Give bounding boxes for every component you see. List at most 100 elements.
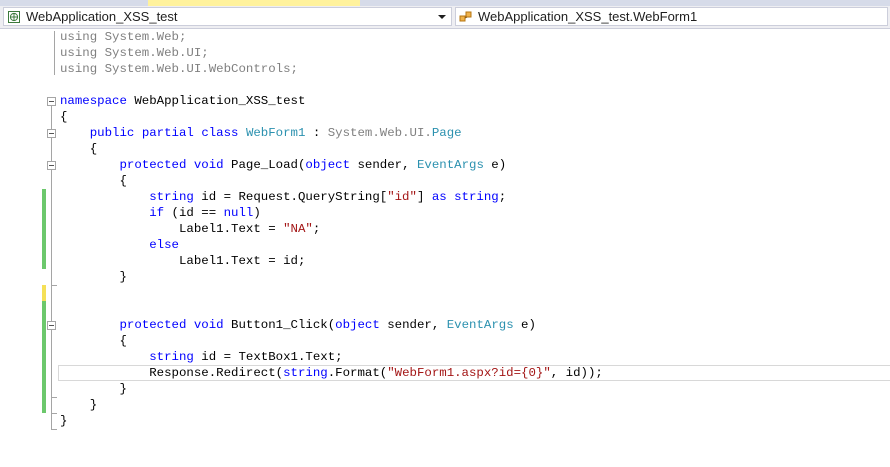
code-token: protected <box>119 318 187 332</box>
collapse-method-icon[interactable] <box>47 161 56 170</box>
project-dropdown-label: WebApplication_XSS_test <box>26 9 178 24</box>
code-token: null <box>223 206 254 220</box>
code-token: { <box>60 334 127 348</box>
code-token: EventArgs <box>416 158 484 172</box>
collapse-namespace-icon[interactable] <box>47 97 56 106</box>
collapse-class-icon[interactable] <box>47 129 56 138</box>
code-line[interactable]: protected void Button1_Click(object send… <box>60 317 603 333</box>
code-token: else <box>149 238 179 252</box>
code-token: Label1.Text = id; <box>60 254 306 268</box>
code-token: , id)); <box>550 366 603 380</box>
collapse-method-icon[interactable] <box>47 321 56 330</box>
outline-guide <box>51 170 52 285</box>
code-line[interactable]: } <box>60 397 603 413</box>
code-line[interactable]: Label1.Text = id; <box>60 253 603 269</box>
code-token: { <box>60 174 127 188</box>
code-line[interactable]: } <box>60 269 603 285</box>
code-token: e) <box>483 158 507 172</box>
outline-guide-end <box>51 397 57 398</box>
code-token: string <box>149 350 194 364</box>
code-token: WebApplication_XSS_test <box>126 94 306 108</box>
code-line[interactable]: Response.Redirect(string.Format("WebForm… <box>60 365 603 381</box>
code-token: } <box>60 382 127 396</box>
code-token: ; <box>312 222 321 236</box>
code-line[interactable]: public partial class WebForm1 : System.W… <box>60 125 603 141</box>
code-token: System.Web.UI; <box>104 46 209 60</box>
code-line[interactable]: using System.Web.UI; <box>60 45 603 61</box>
code-token: as <box>431 190 447 204</box>
code-line[interactable]: { <box>60 141 603 157</box>
navigation-bar: WebApplication_XSS_test WebApplication_X… <box>0 6 890 29</box>
code-token: .Format( <box>327 366 388 380</box>
source-code[interactable]: using System.Web; using System.Web.UI; usi… <box>60 29 603 429</box>
code-token: ) <box>253 206 261 220</box>
code-token: Page <box>431 126 462 140</box>
outline-guide-end <box>51 285 57 286</box>
code-token: (id == <box>164 206 224 220</box>
code-line[interactable] <box>60 285 603 301</box>
code-token: string <box>283 366 328 380</box>
code-token: object <box>335 318 380 332</box>
code-token: public <box>89 126 135 140</box>
code-line[interactable]: Label1.Text = "NA"; <box>60 221 603 237</box>
code-line[interactable]: protected void Page_Load(object sender, … <box>60 157 603 173</box>
code-line[interactable]: using System.Web; <box>60 29 603 45</box>
code-line[interactable]: namespace WebApplication_XSS_test <box>60 93 603 109</box>
code-token: id = Request.QueryString[ <box>193 190 388 204</box>
code-token: void <box>193 318 224 332</box>
unsaved-changes-marker <box>42 285 46 301</box>
code-token: WebForm1 <box>245 126 306 140</box>
code-token: } <box>60 398 98 412</box>
code-token: partial <box>141 126 194 140</box>
code-line[interactable]: } <box>60 413 603 429</box>
code-token: ; <box>498 190 507 204</box>
code-editor[interactable]: using System.Web; using System.Web.UI; usi… <box>0 29 890 467</box>
code-token: using <box>60 46 105 60</box>
code-token: Label1.Text = <box>60 222 284 236</box>
code-line[interactable]: string id = TextBox1.Text; <box>60 349 603 365</box>
code-line[interactable]: } <box>60 381 603 397</box>
code-token: if <box>149 206 165 220</box>
code-line[interactable]: if (id == null) <box>60 205 603 221</box>
saved-changes-marker <box>42 189 46 269</box>
code-token: } <box>60 414 68 428</box>
code-line[interactable]: { <box>60 173 603 189</box>
code-token: using <box>60 62 105 76</box>
code-token: System.Web; <box>104 30 187 44</box>
project-dropdown[interactable]: WebApplication_XSS_test <box>3 7 452 26</box>
type-dropdown[interactable]: WebApplication_XSS_test.WebForm1 <box>455 7 888 26</box>
code-token: object <box>305 158 351 172</box>
code-token: { <box>60 110 68 124</box>
code-line[interactable]: else <box>60 237 603 253</box>
outline-guide <box>54 31 55 75</box>
code-token: string <box>454 190 499 204</box>
code-token: Button1_Click( <box>223 318 336 332</box>
code-line[interactable]: using System.Web.UI.WebControls; <box>60 61 603 77</box>
code-line[interactable] <box>60 77 603 93</box>
chevron-down-icon[interactable] <box>435 8 449 25</box>
code-line[interactable]: { <box>60 109 603 125</box>
code-token: "WebForm1.aspx?id={0}" <box>387 366 551 380</box>
code-line[interactable]: { <box>60 333 603 349</box>
type-dropdown-label: WebApplication_XSS_test.WebForm1 <box>478 9 698 24</box>
code-token: ] <box>416 190 432 204</box>
code-token: namespace <box>60 94 127 108</box>
code-token: string <box>149 190 194 204</box>
code-token: } <box>60 270 127 284</box>
code-token: sender, <box>379 318 447 332</box>
code-token: EventArgs <box>446 318 514 332</box>
code-token: using <box>60 30 105 44</box>
code-line[interactable] <box>60 301 603 317</box>
code-line[interactable]: string id = Request.QueryString["id"] as… <box>60 189 603 205</box>
code-token: : <box>305 126 328 140</box>
